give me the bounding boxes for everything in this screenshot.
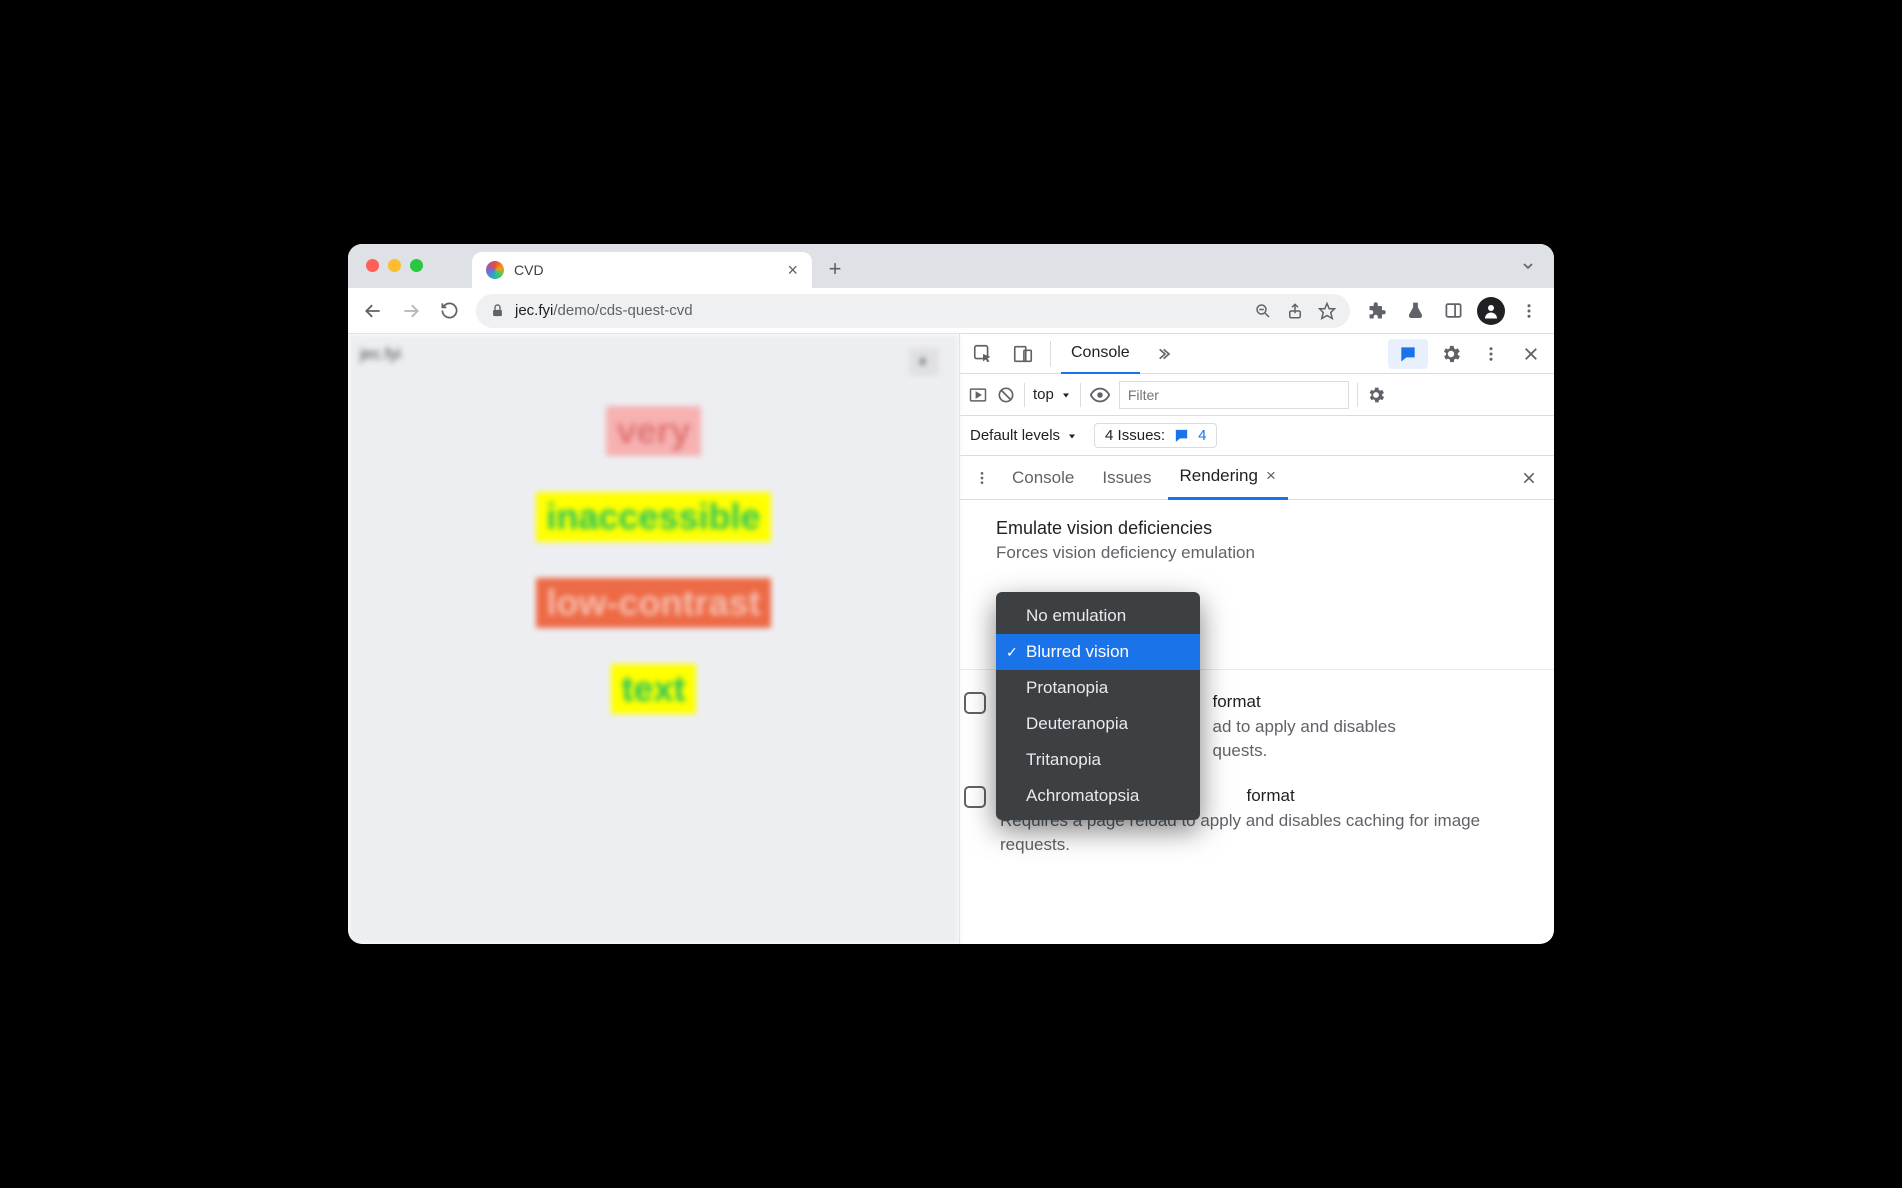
close-window-button[interactable] (366, 259, 379, 272)
address-bar[interactable]: jec.fyi/demo/cds-quest-cvd (476, 294, 1350, 328)
theme-toggle-icon[interactable]: ◐ (909, 348, 939, 376)
zoom-icon[interactable] (1254, 302, 1272, 320)
labs-icon[interactable] (1398, 294, 1432, 328)
clear-console-icon[interactable] (996, 385, 1016, 405)
browser-tab[interactable]: CVD × (472, 252, 812, 288)
forward-button[interactable] (394, 294, 428, 328)
demo-word: low-contrast (536, 578, 770, 628)
console-toolbar: top (960, 374, 1554, 416)
site-name: jec.fyi (360, 346, 947, 364)
close-devtools-icon[interactable] (1514, 337, 1548, 371)
tab-title: CVD (514, 262, 777, 278)
context-selector[interactable]: top (1033, 386, 1072, 403)
browser-window: CVD × + jec.fyi/demo/cds-quest-cvd (348, 244, 1554, 944)
drawer-tab-console[interactable]: Console (1000, 456, 1086, 500)
extensions-icon[interactable] (1360, 294, 1394, 328)
share-icon[interactable] (1286, 302, 1304, 320)
issues-badge-icon[interactable] (1388, 339, 1428, 369)
tab-console[interactable]: Console (1061, 334, 1140, 374)
profile-button[interactable] (1474, 294, 1508, 328)
dropdown-option[interactable]: Deuteranopia (996, 706, 1200, 742)
demo-word: very (606, 406, 700, 456)
section-subtitle: Forces vision deficiency emulation (996, 543, 1536, 563)
more-tabs-icon[interactable] (1146, 337, 1180, 371)
drawer-tab-rendering[interactable]: Rendering × (1168, 456, 1288, 500)
new-tab-button[interactable]: + (820, 254, 850, 284)
content-split: jec.fyi ◐ very inaccessible low-contrast… (348, 334, 1554, 944)
dropdown-option[interactable]: No emulation (996, 598, 1200, 634)
dropdown-option[interactable]: Protanopia (996, 670, 1200, 706)
url-text: jec.fyi/demo/cds-quest-cvd (515, 302, 1244, 319)
close-tab-icon[interactable]: × (787, 260, 798, 281)
lock-icon (490, 303, 505, 318)
vision-deficiency-dropdown[interactable]: No emulation Blurred vision Protanopia D… (996, 592, 1200, 820)
demo-words: very inaccessible low-contrast text (360, 406, 947, 714)
section-title: Emulate vision deficiencies (996, 518, 1536, 539)
maximize-window-button[interactable] (410, 259, 423, 272)
console-filter-row: Default levels 4 Issues: 4 (960, 416, 1554, 456)
omnibox-actions (1254, 302, 1336, 320)
console-settings-icon[interactable] (1366, 385, 1386, 405)
dropdown-option[interactable]: Tritanopia (996, 742, 1200, 778)
checkbox[interactable] (964, 786, 986, 808)
devtools-main-toolbar: Console (960, 334, 1554, 374)
reload-button[interactable] (432, 294, 466, 328)
favicon-icon (486, 261, 504, 279)
inspect-icon[interactable] (966, 337, 1000, 371)
tab-strip: CVD × + (348, 244, 1554, 288)
dropdown-option[interactable]: Achromatopsia (996, 778, 1200, 814)
close-drawer-icon[interactable] (1512, 461, 1546, 495)
window-controls (366, 259, 423, 272)
demo-word: inaccessible (536, 492, 770, 542)
drawer-tabstrip: Console Issues Rendering × (960, 456, 1554, 500)
issue-icon (1173, 427, 1190, 444)
checkbox[interactable] (964, 692, 986, 714)
rendering-panel-body: Emulate vision deficiencies Forces visio… (960, 500, 1554, 944)
browser-toolbar: jec.fyi/demo/cds-quest-cvd (348, 288, 1554, 334)
sidepanel-icon[interactable] (1436, 294, 1470, 328)
filter-input[interactable] (1119, 381, 1349, 409)
bookmark-icon[interactable] (1318, 302, 1336, 320)
device-toolbar-icon[interactable] (1006, 337, 1040, 371)
minimize-window-button[interactable] (388, 259, 401, 272)
demo-word: text (611, 664, 695, 714)
close-drawer-tab-icon[interactable]: × (1266, 466, 1276, 486)
browser-menu-icon[interactable] (1512, 294, 1546, 328)
devtools-menu-icon[interactable] (1474, 337, 1508, 371)
back-button[interactable] (356, 294, 390, 328)
issues-counter[interactable]: 4 Issues: 4 (1094, 423, 1217, 448)
devtools-panel: Console (959, 334, 1554, 944)
page-viewport: jec.fyi ◐ very inaccessible low-contrast… (348, 334, 959, 944)
drawer-menu-icon[interactable] (968, 470, 996, 486)
toggle-sidebar-icon[interactable] (968, 385, 988, 405)
tabs-dropdown-icon[interactable] (1520, 258, 1536, 274)
dropdown-option[interactable]: Blurred vision (996, 634, 1200, 670)
settings-icon[interactable] (1434, 337, 1468, 371)
live-expression-icon[interactable] (1089, 384, 1111, 406)
log-levels-selector[interactable]: Default levels (970, 427, 1078, 444)
drawer-tab-issues[interactable]: Issues (1090, 456, 1163, 500)
